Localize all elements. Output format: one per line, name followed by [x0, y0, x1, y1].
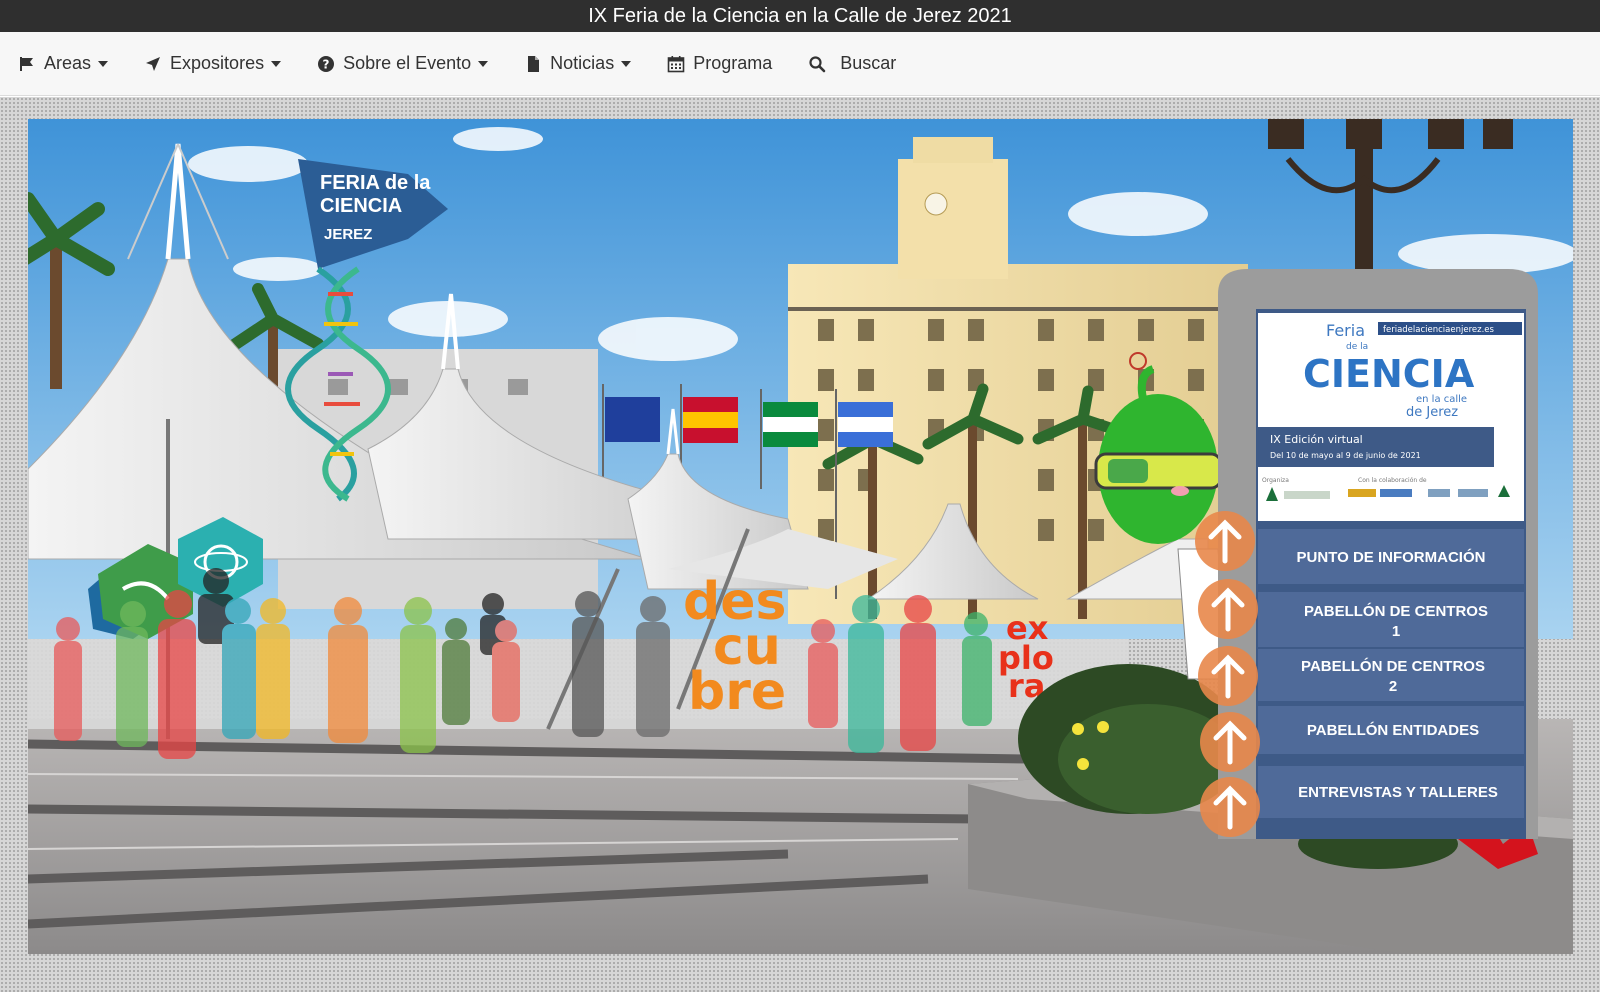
- window-title: IX Feria de la Ciencia en la Calle de Je…: [0, 0, 1600, 32]
- sign-line3: JEREZ: [324, 226, 372, 243]
- calendar-icon: [667, 55, 685, 72]
- arrow-up-button-entrevistas[interactable]: [1200, 777, 1260, 837]
- pabellon-centros-1-button[interactable]: PABELLÓN DE CENTROS 1: [1258, 592, 1524, 647]
- panel-dates: Del 10 de mayo al 9 de junio de 2021: [1270, 451, 1421, 460]
- entrevistas-talleres-label: ENTREVISTAS Y TALLERES: [1298, 784, 1498, 801]
- panel-colaboracion: Con la colaboración de: [1358, 477, 1427, 484]
- caret-down-icon: [271, 60, 282, 67]
- arrow-up-button-centros-2[interactable]: [1198, 646, 1258, 706]
- svg-text:?: ?: [323, 57, 330, 71]
- arrow-up-button-entidades[interactable]: [1200, 712, 1260, 772]
- nav-expositores[interactable]: Expositores: [144, 53, 282, 74]
- pabellon-entidades-button[interactable]: PABELLÓN ENTIDADES: [1258, 706, 1524, 754]
- question-circle-icon: ?: [318, 55, 335, 72]
- location-arrow-icon: [146, 56, 161, 71]
- sign-line1: FERIA de la: [320, 172, 431, 194]
- virtual-fair-scene: FERIA de la CIENCIA JEREZ des cu bre ex …: [28, 119, 1573, 954]
- nav-buscar[interactable]: Buscar: [808, 53, 896, 74]
- nav-sobre-el-evento[interactable]: ? Sobre el Evento: [317, 53, 489, 74]
- nav-areas[interactable]: Areas: [18, 53, 109, 74]
- punto-informacion-button[interactable]: PUNTO DE INFORMACIÓN: [1258, 529, 1524, 584]
- panel-logo-ciencia: CIENCIA: [1303, 352, 1475, 396]
- panel-logo-dela: de la: [1346, 342, 1368, 352]
- nav-areas-label: Areas: [44, 53, 92, 73]
- nav-buscar-label: Buscar: [840, 53, 897, 73]
- panel-edition: IX Edición virtual: [1270, 433, 1363, 446]
- scene-illustration: FERIA de la CIENCIA JEREZ des cu bre ex …: [28, 119, 1573, 954]
- flag-icon: [20, 56, 33, 71]
- nav-noticias[interactable]: Noticias: [524, 53, 632, 74]
- nav-programa[interactable]: Programa: [667, 53, 772, 74]
- pabellon-centros-2-button[interactable]: PABELLÓN DE CENTROS 2: [1258, 649, 1524, 701]
- main-navbar: Areas Expositores ? Sobre el Evento Noti…: [0, 32, 1600, 96]
- panel-organiza: Organiza: [1262, 477, 1289, 484]
- entrevistas-talleres-button[interactable]: ENTREVISTAS Y TALLERES: [1258, 766, 1524, 818]
- punto-informacion-label: PUNTO DE INFORMACIÓN: [1297, 548, 1486, 566]
- caret-down-icon: [478, 60, 489, 67]
- search-icon: [809, 55, 826, 72]
- panel-logo-enlacalle: en la calle: [1416, 394, 1467, 405]
- pabellon-centros-2-label: PABELLÓN DE CENTROS: [1301, 657, 1485, 675]
- content-area: FERIA de la CIENCIA JEREZ des cu bre ex …: [0, 97, 1600, 992]
- panel-logo-feria: Feria: [1326, 321, 1365, 340]
- file-icon: [528, 55, 540, 72]
- panel-website: feriadelacienciaenjerez.es: [1383, 325, 1495, 335]
- sign-line2: CIENCIA: [320, 195, 402, 217]
- nav-noticias-label: Noticias: [550, 53, 615, 73]
- pabellon-centros-1-label: PABELLÓN DE CENTROS: [1304, 602, 1488, 620]
- pabellon-entidades-label: PABELLÓN ENTIDADES: [1307, 721, 1479, 739]
- caret-down-icon: [621, 60, 632, 67]
- panel-logo-dejerez: de Jerez: [1406, 405, 1458, 420]
- nav-sobre-label: Sobre el Evento: [343, 53, 472, 73]
- nav-programa-label: Programa: [693, 53, 773, 73]
- pabellon-centros-2-number: 2: [1389, 678, 1397, 695]
- nav-expositores-label: Expositores: [170, 53, 265, 73]
- arrow-up-button-centros-1[interactable]: [1198, 579, 1258, 639]
- arrow-up-button-informacion[interactable]: [1195, 511, 1255, 571]
- descubre-line3: bre: [688, 662, 786, 722]
- pabellon-centros-1-number: 1: [1392, 623, 1400, 640]
- caret-down-icon: [98, 60, 109, 67]
